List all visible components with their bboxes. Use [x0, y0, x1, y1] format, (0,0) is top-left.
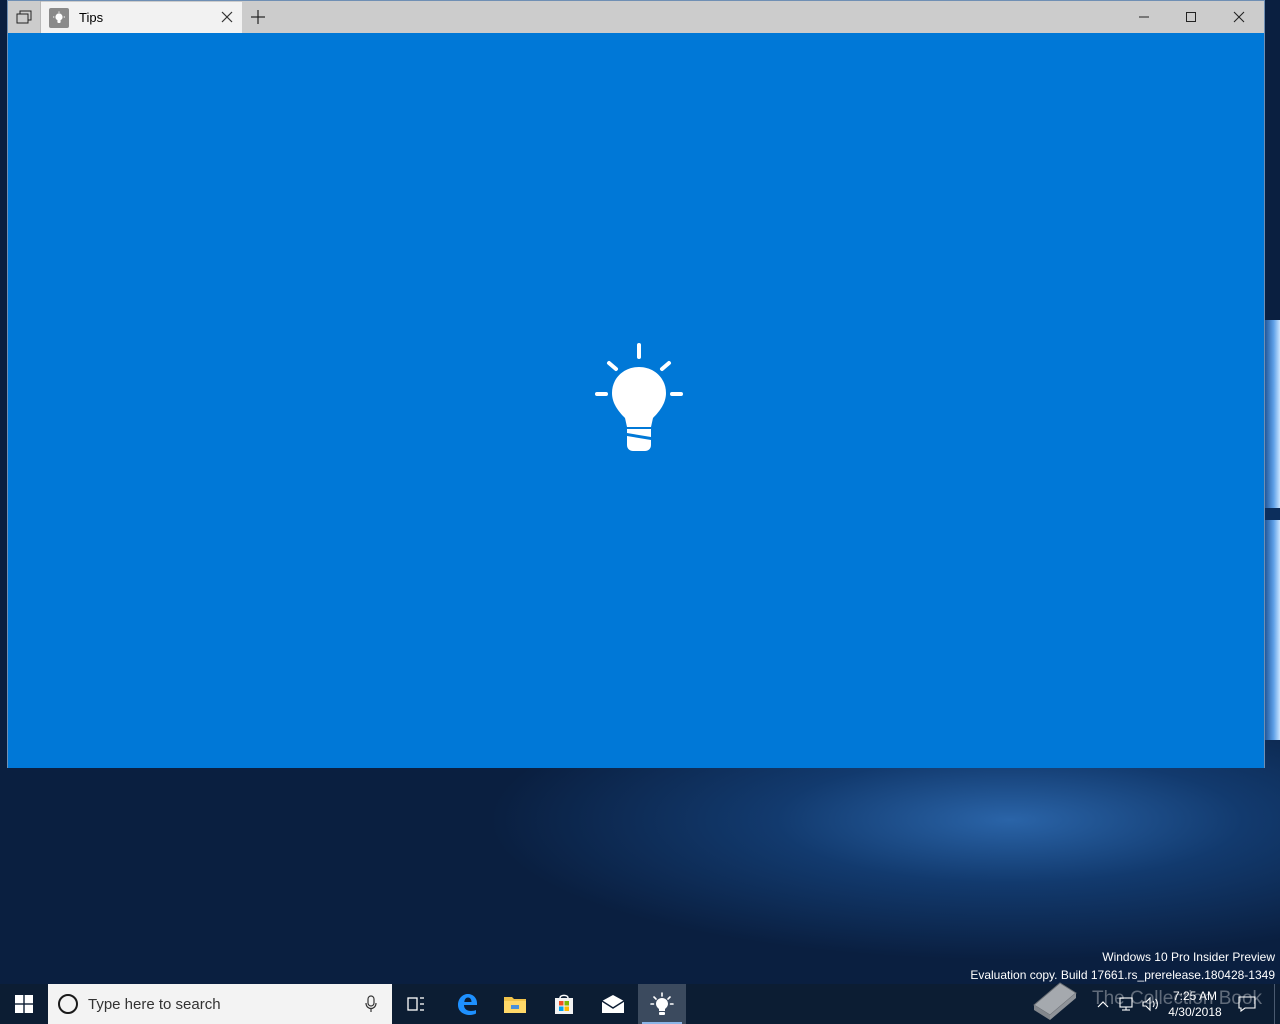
tab-tips[interactable]: Tips — [41, 2, 242, 33]
task-view-icon — [407, 997, 424, 1011]
store-button[interactable] — [540, 984, 588, 1024]
minimize-icon — [1139, 16, 1149, 18]
edge-icon — [458, 994, 477, 1015]
mail-icon — [601, 995, 625, 1013]
minimize-button[interactable] — [1121, 1, 1167, 33]
search-box[interactable]: Type here to search — [48, 984, 392, 1024]
start-button[interactable] — [0, 984, 48, 1024]
lightbulb-icon — [595, 343, 683, 451]
tips-icon — [650, 992, 674, 1015]
taskbar: Type here to search 7:25 AM 4/30/2018 — [0, 984, 1280, 1024]
cortana-icon — [58, 994, 78, 1014]
file-explorer-button[interactable] — [491, 984, 539, 1024]
build-watermark-build: Evaluation copy. Build 17661.rs_prerelea… — [970, 968, 1275, 982]
tab-title: Tips — [79, 10, 104, 25]
book-logo-icon — [1033, 982, 1077, 1020]
file-explorer-icon — [504, 997, 526, 1013]
store-icon — [555, 994, 573, 1014]
close-icon — [1233, 11, 1245, 23]
new-tab-icon[interactable] — [250, 9, 266, 25]
search-placeholder: Type here to search — [88, 995, 221, 1013]
build-watermark-edition: Windows 10 Pro Insider Preview — [1102, 950, 1275, 964]
task-view-button[interactable] — [8, 1, 41, 33]
title-bar[interactable]: Tips — [8, 1, 1264, 33]
tips-taskbar-button[interactable] — [638, 984, 686, 1024]
maximize-button[interactable] — [1168, 1, 1214, 33]
desktop: Tips Windows 10 Pro Insider Preview Eval… — [0, 0, 1280, 984]
windows-stack-icon — [16, 10, 32, 24]
wallpaper-light — [1264, 320, 1280, 740]
task-view-button[interactable] — [392, 984, 440, 1024]
wallpaper-light-gap — [1264, 508, 1280, 520]
maximize-icon — [1186, 12, 1196, 22]
microphone-icon[interactable] — [364, 995, 378, 1013]
tab-close-icon[interactable] — [220, 10, 234, 24]
lightbulb-icon — [49, 7, 69, 28]
collection-book-watermark: The Collection Book — [1092, 988, 1263, 1009]
edge-button[interactable] — [443, 984, 491, 1024]
splash-screen — [8, 33, 1264, 768]
windows-logo-icon — [15, 995, 33, 1013]
show-desktop-button[interactable] — [1274, 984, 1280, 1024]
tips-window: Tips — [7, 0, 1265, 768]
mail-button[interactable] — [589, 984, 637, 1024]
close-button[interactable] — [1216, 1, 1262, 33]
